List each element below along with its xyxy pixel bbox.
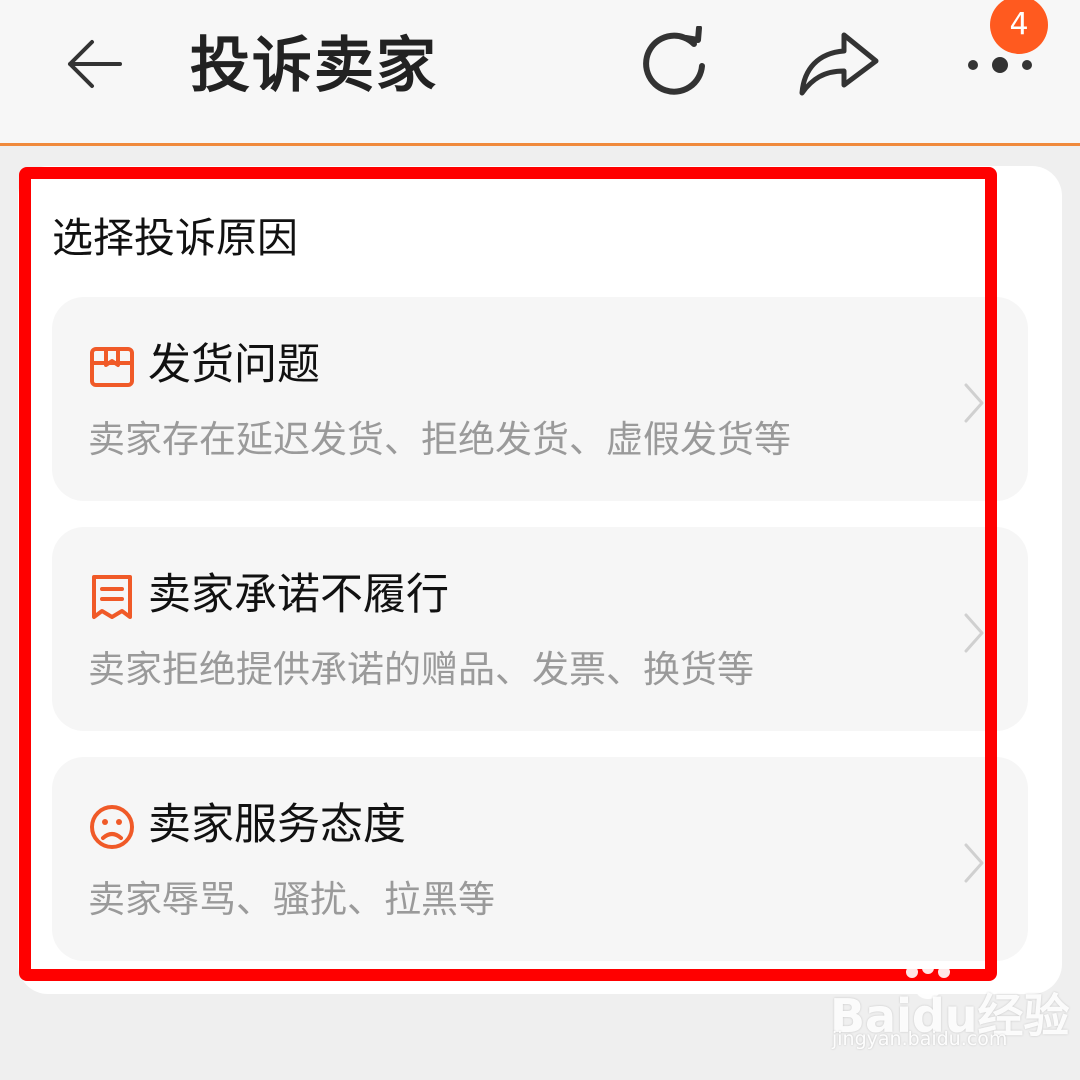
chevron-right-icon — [964, 613, 984, 653]
reason-title: 卖家服务态度 — [148, 800, 406, 850]
reason-title: 发货问题 — [148, 340, 320, 390]
refresh-icon — [643, 26, 705, 95]
header-divider — [0, 143, 1080, 146]
back-button[interactable] — [58, 28, 130, 100]
reason-item-service-attitude[interactable]: 卖家服务态度 卖家辱骂、骚扰、拉黑等 — [52, 757, 1028, 961]
reason-description: 卖家辱骂、骚扰、拉黑等 — [88, 878, 495, 921]
page-title: 投诉卖家 — [190, 31, 438, 101]
reason-title: 卖家承诺不履行 — [148, 570, 449, 620]
chevron-right-icon — [964, 383, 984, 423]
arrow-left-icon — [68, 40, 122, 88]
share-button[interactable] — [794, 24, 884, 104]
more-dots-icon — [968, 57, 1032, 73]
reason-item-promise[interactable]: 卖家承诺不履行 卖家拒绝提供承诺的赠品、发票、换货等 — [52, 527, 1028, 731]
sad-face-icon — [90, 805, 134, 849]
section-title: 选择投诉原因 — [52, 214, 298, 262]
package-icon — [90, 347, 134, 387]
top-bar: 投诉卖家 4 — [0, 0, 1080, 143]
chevron-right-icon — [964, 843, 984, 883]
reason-item-shipping[interactable]: 发货问题 卖家存在延迟发货、拒绝发货、虚假发货等 — [52, 297, 1028, 501]
watermark-url: jingyan.baidu.com — [832, 1028, 1008, 1050]
receipt-icon — [92, 575, 132, 619]
share-icon — [799, 32, 879, 96]
refresh-button[interactable] — [632, 24, 720, 104]
reason-description: 卖家拒绝提供承诺的赠品、发票、换货等 — [88, 648, 754, 691]
baidu-jingyan-watermark: Baidu经验 jingyan.baidu.com — [828, 962, 1070, 1062]
reason-description: 卖家存在延迟发货、拒绝发货、虚假发货等 — [88, 418, 791, 461]
